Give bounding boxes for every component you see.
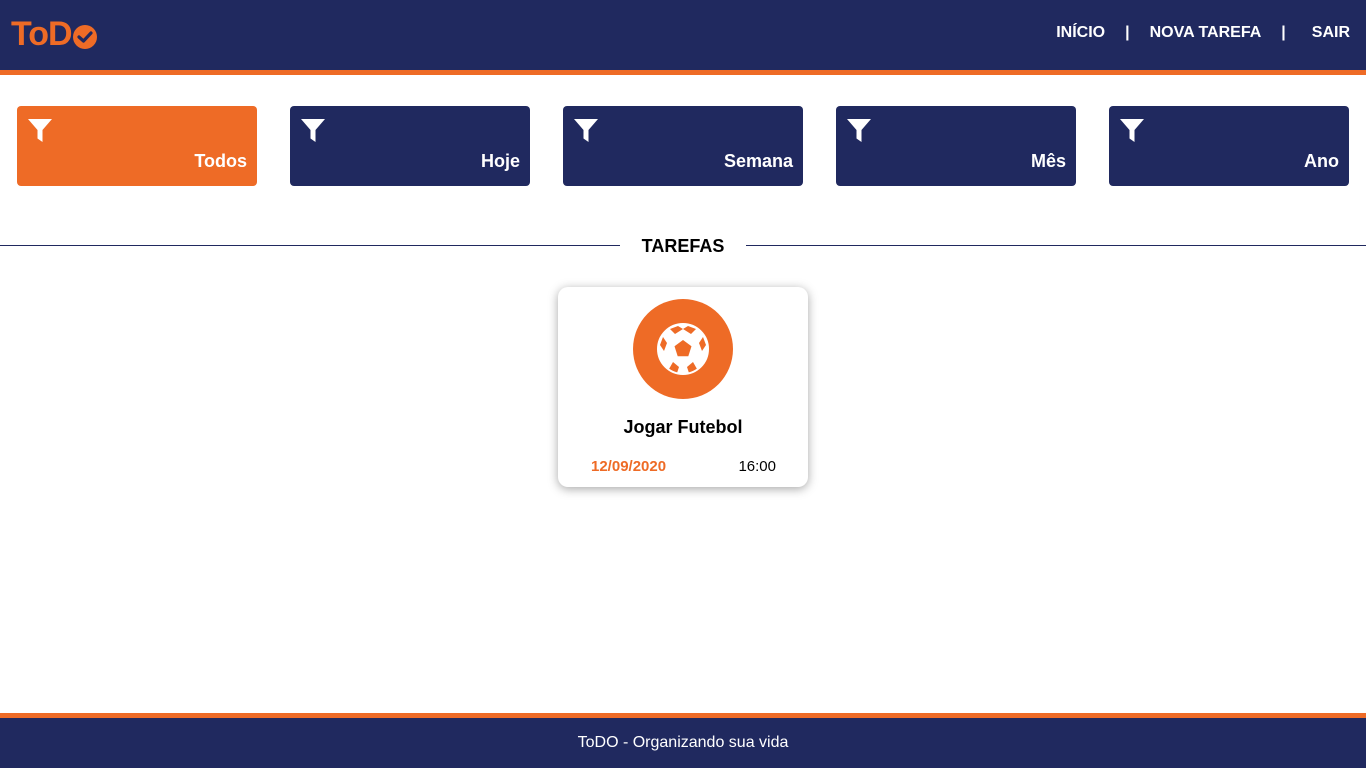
check-circle-icon [72,25,97,49]
filter-card-todos[interactable]: Todos [17,106,257,186]
nav-home-link[interactable]: INÍCIO [1056,24,1105,42]
filter-icon [1120,119,1144,142]
filter-card-semana[interactable]: Semana [563,106,803,186]
task-time: 16:00 [738,458,776,475]
nav-logout-link[interactable]: SAIR [1312,24,1350,42]
filter-label: Semana [723,151,793,171]
filter-label: Ano [1304,151,1339,171]
filter-bar: Todos Hoje Semana Mês Ano [17,106,1349,186]
soccer-ball-icon [633,299,733,399]
filter-label: Mês [1030,151,1066,171]
filter-icon [301,119,325,142]
filter-label: Hoje [480,151,520,171]
footer: ToDO - Organizando sua vida [0,713,1366,768]
logo-text: ToD [11,14,73,53]
filter-icon [574,119,598,142]
nav-separator: | [1281,24,1286,41]
filter-icon [28,119,52,142]
nav-new-task-link[interactable]: NOVA TAREFA [1150,24,1262,42]
task-date: 12/09/2020 [591,458,667,475]
nav-separator: | [1125,24,1130,41]
filter-icon [847,119,871,142]
filter-card-mes[interactable]: Mês [836,106,1076,186]
filter-label: Todos [194,151,247,171]
filter-card-hoje[interactable]: Hoje [290,106,530,186]
divider-line [0,245,620,246]
divider-line [746,245,1366,246]
main-nav: INÍCIO | NOVA TAREFA | SAIR [1056,24,1350,42]
top-header: ToD INÍCIO | NOVA TAREFA | SAIR [0,0,1366,75]
section-title-bar: TAREFAS [0,234,1366,258]
section-title: TAREFAS [641,236,725,256]
task-title: Jogar Futebol [623,417,743,437]
task-card[interactable]: Jogar Futebol 12/09/2020 16:00 [558,287,808,487]
filter-card-ano[interactable]: Ano [1109,106,1349,186]
footer-text: ToDO - Organizando sua vida [577,734,789,751]
logo[interactable]: ToD [11,14,97,54]
